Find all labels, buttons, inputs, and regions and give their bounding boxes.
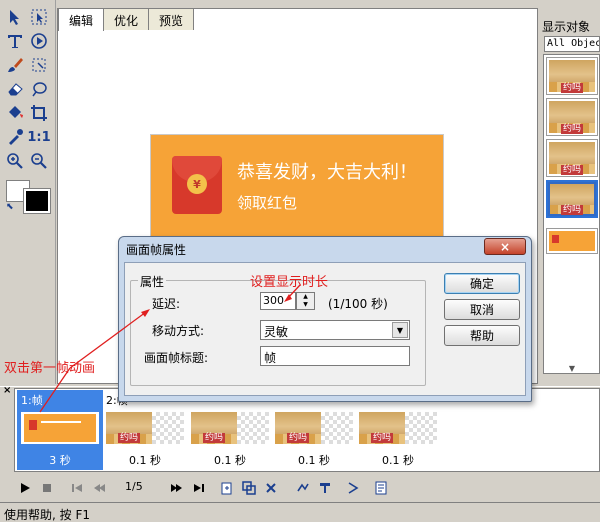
next-frame-icon[interactable] xyxy=(168,480,186,496)
frames-close-icon[interactable]: × xyxy=(3,385,11,396)
object-thumb-banner[interactable] xyxy=(546,228,598,254)
delay-label: 延迟: xyxy=(152,297,181,311)
text-icon[interactable] xyxy=(4,30,26,52)
frame-item-4[interactable]: 约吗 0.1 秒 xyxy=(271,390,357,470)
delete-frame-icon[interactable] xyxy=(262,480,280,496)
eyedropper-icon[interactable] xyxy=(4,126,26,148)
objects-filter-select[interactable]: All Objec xyxy=(544,36,600,52)
frame-title-label: 画面帧标题: xyxy=(144,351,209,365)
text-effect-icon[interactable] xyxy=(316,480,334,496)
properties-group-label: 属性 xyxy=(138,273,167,290)
thumb-label: 约吗 xyxy=(560,205,584,215)
help-button[interactable]: 帮助 xyxy=(444,325,520,346)
motion-select[interactable]: 灵敏 xyxy=(260,320,410,340)
eraser-icon[interactable] xyxy=(4,78,26,100)
stop-icon[interactable] xyxy=(38,480,56,496)
tween-icon[interactable] xyxy=(294,480,312,496)
zoom-in-icon[interactable] xyxy=(4,150,26,172)
thumb-label: 约吗 xyxy=(560,165,584,175)
thumb-label: 约吗 xyxy=(370,433,394,443)
magic-wand-icon[interactable] xyxy=(28,78,50,100)
motion-label: 移动方式: xyxy=(152,324,205,338)
thumb-label: 约吗 xyxy=(560,124,584,134)
cancel-button[interactable]: 取消 xyxy=(444,299,520,320)
last-frame-icon[interactable] xyxy=(190,480,208,496)
delay-stepper[interactable]: ▲ ▼ xyxy=(296,292,315,310)
background-color-swatch[interactable] xyxy=(23,188,51,214)
spin-down-icon[interactable]: ▼ xyxy=(297,301,314,309)
frame-title: 1:帧 xyxy=(21,394,43,407)
annotation-double-click: 双击第一帧动画 xyxy=(4,361,96,376)
banner-greeting: 恭喜发财，大吉大利！ xyxy=(237,162,417,183)
annotation-set-duration: 设置显示时长 xyxy=(250,275,329,290)
object-thumb[interactable]: 约吗 xyxy=(546,57,598,95)
play-icon[interactable] xyxy=(16,480,34,496)
play-circle-icon[interactable] xyxy=(28,30,50,52)
frame-item-5[interactable]: 约吗 0.1 秒 xyxy=(355,390,441,470)
prev-frame-icon[interactable] xyxy=(90,480,108,496)
swap-colors-icon[interactable]: ⬉ xyxy=(6,202,14,212)
frame-time: 3 秒 xyxy=(49,454,71,467)
transition-icon[interactable] xyxy=(344,480,362,496)
editor-tabs: 编辑 优化 预览 xyxy=(58,8,195,31)
frame-item-2[interactable]: 2:帧 约吗 0.1 秒 xyxy=(102,390,188,470)
duplicate-frame-icon[interactable] xyxy=(240,480,258,496)
dialog-close-button[interactable]: × xyxy=(484,238,526,255)
tab-edit[interactable]: 编辑 xyxy=(58,8,105,31)
frame-item-1[interactable]: 1:帧 3 秒 xyxy=(17,390,103,470)
thumb-label: 约吗 xyxy=(286,433,310,443)
status-bar: 使用帮助, 按 F1 xyxy=(0,502,600,522)
object-thumb-selected[interactable]: 约吗 xyxy=(546,180,598,218)
frame-time: 0.1 秒 xyxy=(298,454,330,467)
brush-icon[interactable] xyxy=(4,54,26,76)
actual-size-button[interactable]: 1:1 xyxy=(27,126,50,148)
ok-button[interactable]: 确定 xyxy=(444,273,520,294)
select-arrow-icon[interactable] xyxy=(4,6,26,28)
delay-unit: (1/100 秒) xyxy=(328,297,388,311)
frame-time: 0.1 秒 xyxy=(382,454,414,467)
frame-time: 0.1 秒 xyxy=(214,454,246,467)
object-thumb[interactable]: 约吗 xyxy=(546,139,598,177)
thumb-label: 约吗 xyxy=(202,433,226,443)
crop-icon[interactable] xyxy=(28,102,50,124)
frame-item-3[interactable]: 约吗 0.1 秒 xyxy=(187,390,273,470)
fill-bucket-icon[interactable] xyxy=(4,102,26,124)
frame-properties-icon[interactable] xyxy=(372,480,390,496)
tab-preview[interactable]: 预览 xyxy=(148,8,195,30)
objects-panel-title: 显示对象 xyxy=(542,20,591,34)
coin-icon: ¥ xyxy=(187,174,207,194)
object-thumb[interactable]: 约吗 xyxy=(546,98,598,136)
spin-up-icon[interactable]: ▲ xyxy=(297,293,314,301)
frame-time: 0.1 秒 xyxy=(129,454,161,467)
thumb-label: 约吗 xyxy=(117,433,141,443)
frame-title-input[interactable]: 帧 xyxy=(260,346,410,366)
banner-action: 领取红包 xyxy=(237,194,298,212)
zoom-out-icon[interactable] xyxy=(28,150,50,172)
chevron-down-icon[interactable]: ▼ xyxy=(392,322,408,338)
lasso-icon[interactable] xyxy=(28,54,50,76)
scroll-down-icon[interactable]: ▼ xyxy=(546,364,598,374)
first-frame-icon[interactable] xyxy=(68,480,86,496)
delay-input[interactable]: 300 xyxy=(260,292,296,310)
frame-select-icon[interactable] xyxy=(28,6,50,28)
thumb-label: 约吗 xyxy=(560,83,584,93)
dialog-title: 画面帧属性 xyxy=(126,243,187,257)
toolbox: 1:1 ⬉ xyxy=(0,0,56,384)
add-frame-icon[interactable] xyxy=(218,480,236,496)
frame-counter: 1/5 xyxy=(125,480,143,493)
tab-optimize[interactable]: 优化 xyxy=(103,8,150,30)
